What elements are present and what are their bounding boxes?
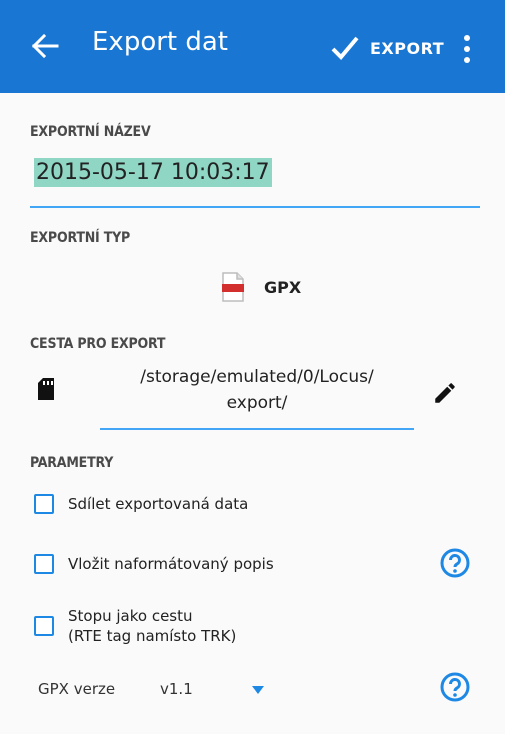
dropdown-arrow-icon[interactable] <box>252 686 264 694</box>
page-title: Export dat <box>92 27 229 57</box>
route-label: Stopu jako cestu (RTE tag namísto TRK) <box>68 606 236 646</box>
sd-card-icon <box>38 378 54 400</box>
route-label-line2: (RTE tag namísto TRK) <box>68 627 237 645</box>
help-icon[interactable] <box>440 672 470 702</box>
export-path-line1: /storage/emulated/0/Locus/ <box>140 367 374 387</box>
more-vert-icon[interactable] <box>460 34 474 64</box>
route-label-line1: Stopu jako cestu <box>68 607 193 625</box>
export-type-value: GPX <box>264 277 302 297</box>
share-data-option[interactable]: Sdílet exportovaná data <box>34 494 248 514</box>
checkmark-icon <box>331 36 359 60</box>
formatted-description-option[interactable]: Vložit naformátovaný popis <box>34 554 274 574</box>
formatted-description-label: Vložit naformátovaný popis <box>68 555 274 573</box>
route-checkbox[interactable] <box>34 616 54 636</box>
export-type-selector[interactable]: GPX <box>222 270 301 304</box>
export-button[interactable]: EXPORT <box>330 34 444 62</box>
export-name-value: 2015-05-17 10:03:17 <box>34 158 272 187</box>
pencil-icon[interactable] <box>432 380 458 406</box>
export-button-label: EXPORT <box>370 38 445 58</box>
export-type-label: EXPORTNÍ TYP <box>30 230 131 246</box>
export-name-label: EXPORTNÍ NÁZEV <box>30 124 151 140</box>
export-path-line2: export/ <box>226 393 288 413</box>
export-path-field[interactable]: /storage/emulated/0/Locus/ export/ <box>100 364 414 430</box>
app-bar: Export dat EXPORT <box>0 0 505 93</box>
gpx-version-select[interactable]: v1.1 <box>160 680 193 698</box>
export-path-label: CESTA PRO EXPORT <box>30 336 166 352</box>
gpx-file-icon <box>222 272 244 302</box>
formatted-description-checkbox[interactable] <box>34 554 54 574</box>
parameters-label: PARAMETRY <box>30 455 114 471</box>
share-data-checkbox[interactable] <box>34 494 54 514</box>
gpx-version-label: GPX verze <box>38 680 116 698</box>
share-data-label: Sdílet exportovaná data <box>68 495 249 513</box>
route-option[interactable]: Stopu jako cestu (RTE tag namísto TRK) <box>34 606 236 646</box>
help-icon[interactable] <box>440 548 470 578</box>
back-arrow-icon[interactable] <box>30 32 60 60</box>
export-name-input[interactable]: 2015-05-17 10:03:17 <box>30 156 480 208</box>
